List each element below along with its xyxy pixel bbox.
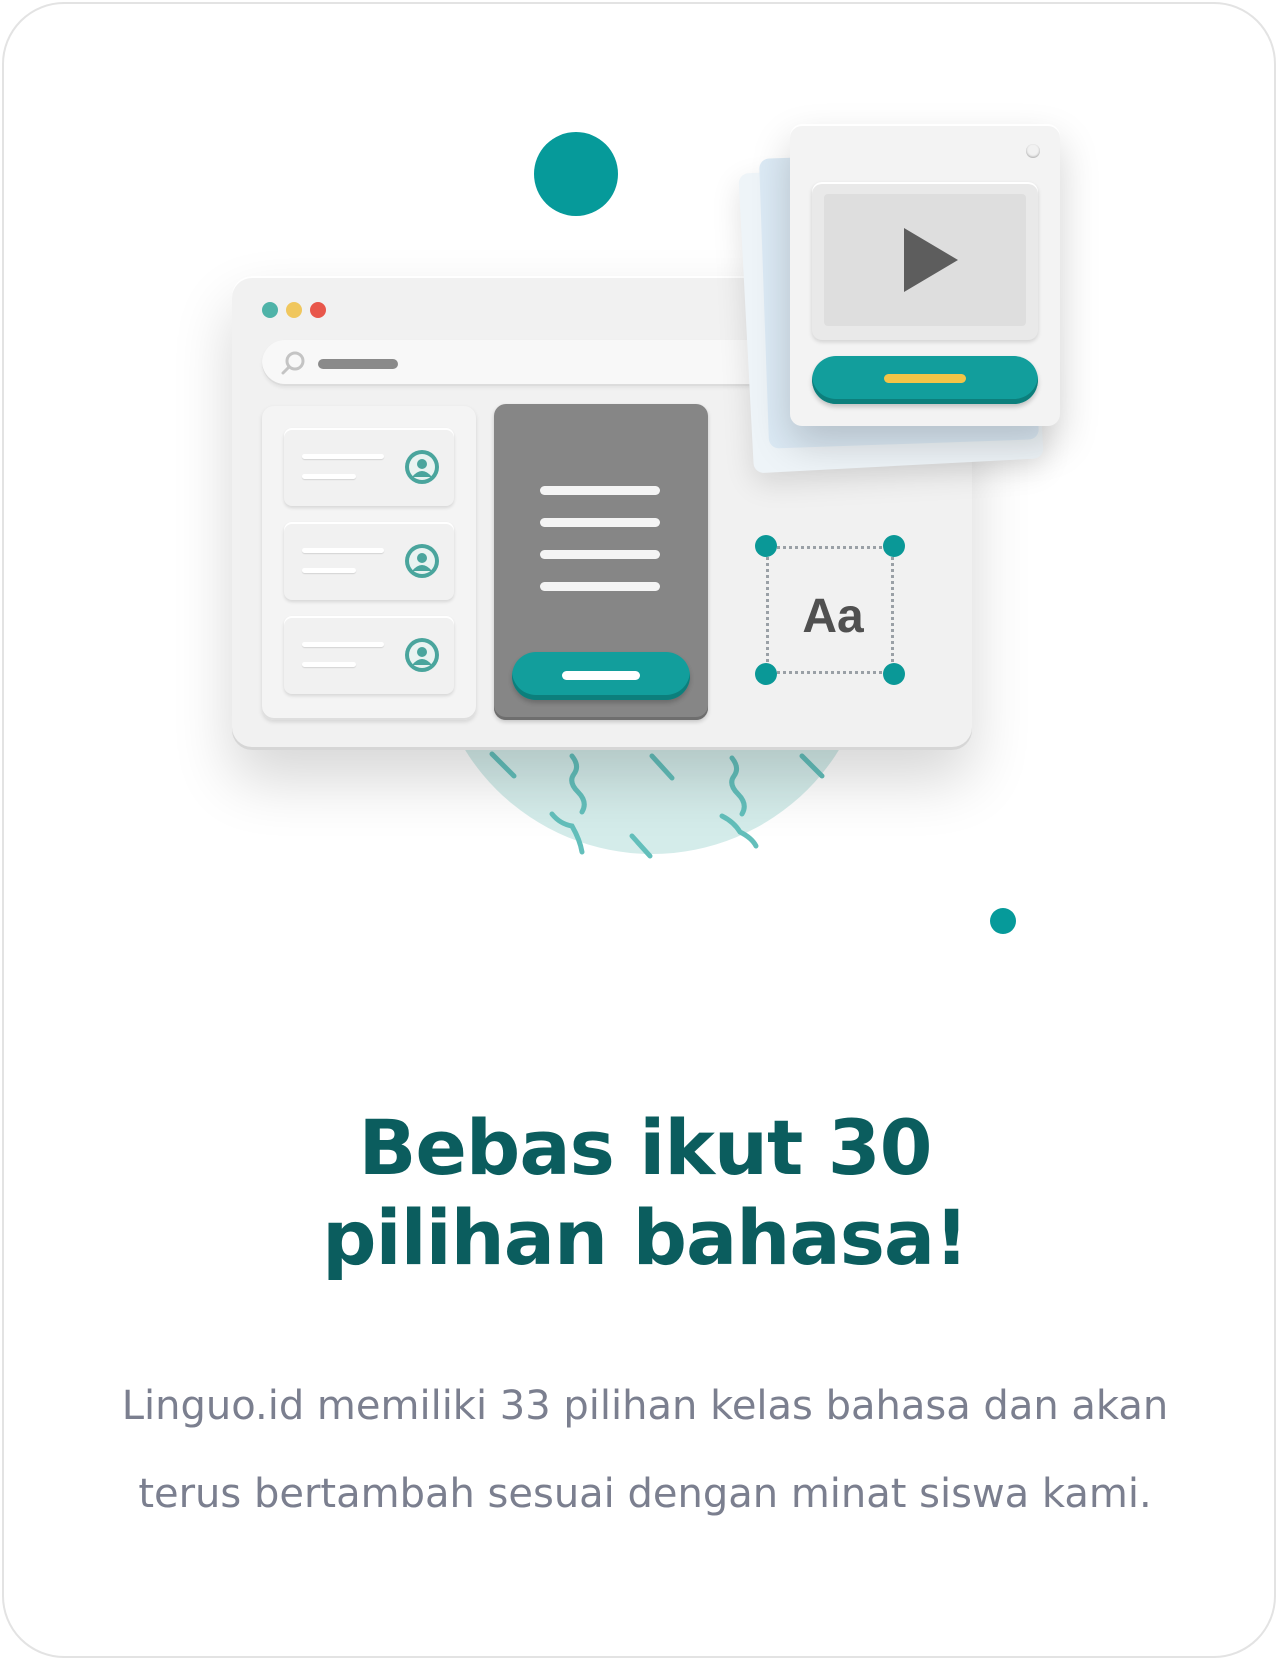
search-placeholder-bar [318, 359, 398, 369]
document-panel [494, 404, 708, 720]
video-player [812, 182, 1038, 340]
font-sample-label: Aa [802, 590, 864, 643]
search-icon [281, 351, 305, 375]
traffic-light-red [310, 302, 326, 318]
feature-card: Aa Bebas ikut 30 pilihan bahasa! Linguo.… [2, 2, 1276, 1658]
video-card [790, 124, 1060, 426]
list-item [284, 428, 454, 506]
user-avatar-icon [405, 450, 439, 484]
user-avatar-icon [405, 544, 439, 578]
feature-title: Bebas ikut 30 pilihan bahasa! [4, 1103, 1282, 1283]
document-button [512, 652, 690, 700]
play-icon [904, 228, 958, 292]
list-item [284, 616, 454, 694]
traffic-light-green [262, 302, 278, 318]
user-avatar-icon [405, 638, 439, 672]
feature-description: Linguo.id memiliki 33 pilihan kelas baha… [121, 1383, 1169, 1517]
video-card-dot [1026, 144, 1040, 158]
feature-title-line-2: pilihan bahasa! [322, 1192, 969, 1282]
decorative-dot-small [990, 908, 1016, 934]
text-selection-box: Aa [755, 535, 905, 685]
feature-title-line-1: Bebas ikut 30 [358, 1102, 932, 1192]
illustration: Aa [4, 4, 1282, 1004]
decorative-dot-large [534, 132, 618, 216]
video-button [812, 356, 1038, 404]
user-list-panel [262, 406, 476, 720]
list-item [284, 522, 454, 600]
traffic-light-yellow [286, 302, 302, 318]
